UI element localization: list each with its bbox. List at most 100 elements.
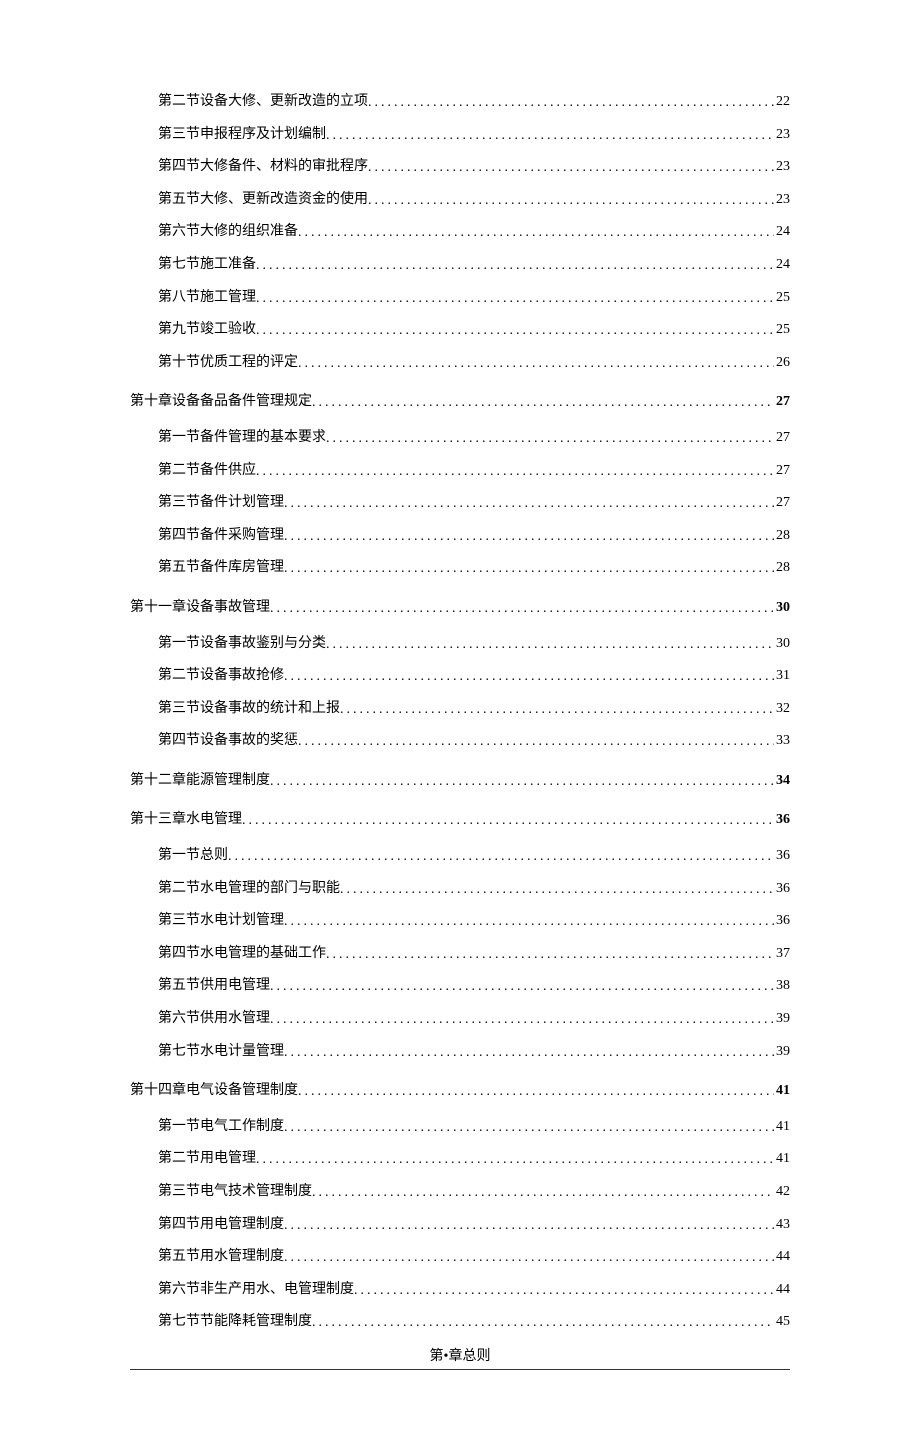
toc-entry: 第十二章能源管理制度34 xyxy=(130,771,790,791)
toc-leader-dots xyxy=(340,700,774,720)
toc-leader-dots xyxy=(270,599,774,619)
toc-entry: 第三节电气技术管理制度42 xyxy=(130,1182,790,1202)
toc-entry: 第八节施工管理25 xyxy=(130,288,790,308)
footer-heading: 第•章总则 xyxy=(130,1345,790,1365)
toc-leader-dots xyxy=(368,93,774,113)
toc-entry: 第三节设备事故的统计和上报32 xyxy=(130,699,790,719)
toc-entry-page: 45 xyxy=(774,1312,790,1332)
toc-entry: 第七节施工准备 24 xyxy=(130,255,790,275)
toc-entry-page: 27 xyxy=(774,461,790,481)
toc-entry: 第二节水电管理的部门与职能36 xyxy=(130,879,790,899)
toc-leader-dots xyxy=(242,811,774,831)
toc-entry-page: 41 xyxy=(774,1149,790,1169)
toc-entry-title: 第一节总则 xyxy=(158,846,228,866)
toc-leader-dots xyxy=(354,1281,774,1301)
toc-entry-page: 42 xyxy=(774,1182,790,1202)
toc-entry-page: 36 xyxy=(774,911,790,931)
toc-entry-title: 第十四章电气设备管理制度 xyxy=(130,1081,298,1101)
toc-entry-title: 第四节水电管理的基础工作 xyxy=(158,944,326,964)
toc-entry-title: 第五节备件库房管理 xyxy=(158,558,284,578)
toc-entry-page: 24 xyxy=(774,255,790,275)
toc-entry-title: 第十二章能源管理制度 xyxy=(130,771,270,791)
toc-leader-dots xyxy=(228,847,774,867)
toc-entry-title: 第二节设备事故抢修 xyxy=(158,666,284,686)
toc-entry-page: 27 xyxy=(774,428,790,448)
toc-leader-dots xyxy=(298,732,774,752)
toc-leader-dots xyxy=(284,1118,774,1138)
toc-entry-title: 第三节申报程序及计划编制 xyxy=(158,125,326,145)
toc-entry-page: 23 xyxy=(774,190,790,210)
toc-entry: 第四节水电管理的基础工作 37 xyxy=(130,944,790,964)
toc-entry: 第五节供用电管理 38 xyxy=(130,976,790,996)
toc-entry-title: 第七节节能降耗管理制度 xyxy=(158,1312,312,1332)
toc-entry-title: 第一节设备事故鉴别与分类 xyxy=(158,634,326,654)
toc-entry: 第十三章水电管理 36 xyxy=(130,810,790,830)
toc-leader-dots xyxy=(340,880,774,900)
toc-entry-page: 31 xyxy=(774,666,790,686)
toc-entry-title: 第二节设备大修、更新改造的立项 xyxy=(158,92,368,112)
toc-leader-dots xyxy=(284,494,774,514)
toc-entry-page: 25 xyxy=(774,320,790,340)
toc-entry: 第五节用水管理制度44 xyxy=(130,1247,790,1267)
toc-entry-title: 第六节非生产用水、电管理制度 xyxy=(158,1280,354,1300)
toc-entry-page: 22 xyxy=(774,92,790,112)
toc-entry-page: 24 xyxy=(774,222,790,242)
toc-entry-page: 44 xyxy=(774,1280,790,1300)
toc-leader-dots xyxy=(284,912,774,932)
toc-entry-page: 43 xyxy=(774,1215,790,1235)
table-of-contents: 第二节设备大修、更新改造的立项22第三节申报程序及计划编制23第四节大修备件、材… xyxy=(130,92,790,1332)
toc-entry: 第三节水电计划管理 36 xyxy=(130,911,790,931)
toc-leader-dots xyxy=(298,223,774,243)
toc-entry: 第一节总则 36 xyxy=(130,846,790,866)
toc-entry-page: 36 xyxy=(774,810,790,830)
toc-entry-page: 28 xyxy=(774,558,790,578)
toc-entry-page: 39 xyxy=(774,1042,790,1062)
toc-entry-title: 第十三章水电管理 xyxy=(130,810,242,830)
toc-entry-title: 第二节用电管理 xyxy=(158,1149,256,1169)
toc-entry-page: 33 xyxy=(774,731,790,751)
toc-entry-page: 27 xyxy=(774,493,790,513)
toc-entry-page: 41 xyxy=(774,1117,790,1137)
toc-entry: 第四节大修备件、材料的审批程序 23 xyxy=(130,157,790,177)
toc-entry: 第一节备件管理的基本要求 27 xyxy=(130,428,790,448)
toc-entry-title: 第三节设备事故的统计和上报 xyxy=(158,699,340,719)
toc-leader-dots xyxy=(284,527,774,547)
toc-entry: 第九节竣工验收25 xyxy=(130,320,790,340)
toc-entry-title: 第四节用电管理制度 xyxy=(158,1215,284,1235)
toc-entry: 第一节电气工作制度41 xyxy=(130,1117,790,1137)
toc-entry: 第四节备件采购管理28 xyxy=(130,526,790,546)
toc-entry: 第六节供用水管理39 xyxy=(130,1009,790,1029)
toc-leader-dots xyxy=(256,321,774,341)
toc-entry: 第十章设备备品备件管理规定27 xyxy=(130,392,790,412)
toc-entry-page: 23 xyxy=(774,125,790,145)
toc-leader-dots xyxy=(368,191,774,211)
toc-entry-page: 38 xyxy=(774,976,790,996)
toc-entry-title: 第十节优质工程的评定 xyxy=(158,353,298,373)
toc-leader-dots xyxy=(326,635,774,655)
toc-leader-dots xyxy=(312,1183,774,1203)
toc-entry: 第二节设备事故抢修 31 xyxy=(130,666,790,686)
toc-entry-title: 第五节大修、更新改造资金的使用 xyxy=(158,190,368,210)
footer-rule xyxy=(130,1369,790,1370)
toc-entry-title: 第十一章设备事故管理 xyxy=(130,598,270,618)
toc-entry-title: 第五节供用电管理 xyxy=(158,976,270,996)
toc-leader-dots xyxy=(368,158,774,178)
toc-entry-title: 第七节施工准备 xyxy=(158,255,256,275)
toc-leader-dots xyxy=(298,354,774,374)
toc-entry: 第一节设备事故鉴别与分类30 xyxy=(130,634,790,654)
toc-leader-dots xyxy=(284,559,774,579)
toc-entry: 第二节设备大修、更新改造的立项 22 xyxy=(130,92,790,112)
toc-entry-page: 37 xyxy=(774,944,790,964)
toc-entry: 第二节用电管理 41 xyxy=(130,1149,790,1169)
toc-entry-title: 第四节大修备件、材料的审批程序 xyxy=(158,157,368,177)
toc-entry-page: 41 xyxy=(774,1081,790,1101)
toc-entry: 第十四章电气设备管理制度 41 xyxy=(130,1081,790,1101)
toc-entry-title: 第二节备件供应 xyxy=(158,461,256,481)
toc-leader-dots xyxy=(256,462,774,482)
toc-entry-page: 23 xyxy=(774,157,790,177)
toc-entry-title: 第一节备件管理的基本要求 xyxy=(158,428,326,448)
toc-entry-title: 第三节备件计划管理 xyxy=(158,493,284,513)
toc-entry-title: 第三节水电计划管理 xyxy=(158,911,284,931)
toc-entry-page: 36 xyxy=(774,846,790,866)
toc-leader-dots xyxy=(284,1248,774,1268)
